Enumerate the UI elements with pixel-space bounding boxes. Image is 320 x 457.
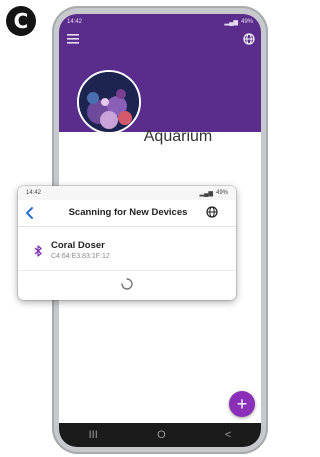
android-nav-bar: III O < xyxy=(59,423,261,447)
recents-button[interactable]: III xyxy=(89,429,98,441)
globe-icon[interactable] xyxy=(243,33,255,45)
list-divider xyxy=(18,270,236,271)
spinner-icon xyxy=(121,278,133,290)
aquarium-title: Aquarium xyxy=(143,128,213,145)
globe-icon[interactable] xyxy=(206,206,218,218)
step-badge: C xyxy=(6,6,36,36)
add-button[interactable]: + xyxy=(229,391,255,417)
add-icon: + xyxy=(236,394,248,414)
battery-percent: 49% xyxy=(240,19,253,25)
back-icon[interactable] xyxy=(24,206,36,220)
home-button[interactable]: O xyxy=(157,429,166,441)
bluetooth-icon xyxy=(34,245,42,257)
menu-icon[interactable] xyxy=(67,34,79,44)
device-mac: C4:64:E3:83:1F:12 xyxy=(51,253,110,260)
signal-icon: ▂▄▆ xyxy=(224,19,238,26)
scan-title: Scanning for New Devices xyxy=(68,207,188,218)
app-header: 14:42 ▂▄▆ 49% xyxy=(59,14,261,134)
popup-status-bar: 14:42 ▂▄▆ 49% xyxy=(18,186,236,200)
popup-status-right: ▂▄▆ 49% xyxy=(200,190,229,197)
step-letter: C xyxy=(13,9,29,33)
back-button[interactable]: < xyxy=(225,429,231,441)
status-time: 14:42 xyxy=(67,19,83,25)
popup-signal-icon: ▂▄▆ xyxy=(199,190,213,197)
scan-popup: 14:42 ▂▄▆ 49% Scanning for New Devices C… xyxy=(18,186,236,300)
status-right: ▂▄▆ 49% xyxy=(225,19,254,26)
device-list-item[interactable]: Coral Doser C4:64:E3:83:1F:12 xyxy=(18,232,236,270)
device-name: Coral Doser xyxy=(51,240,105,251)
aquarium-photo xyxy=(79,72,139,132)
popup-status-time: 14:42 xyxy=(26,190,42,196)
popup-battery-percent: 49% xyxy=(215,189,228,196)
popup-header: Scanning for New Devices xyxy=(18,200,236,227)
aquarium-avatar[interactable] xyxy=(77,70,141,134)
status-bar: 14:42 ▂▄▆ 49% xyxy=(59,14,261,30)
